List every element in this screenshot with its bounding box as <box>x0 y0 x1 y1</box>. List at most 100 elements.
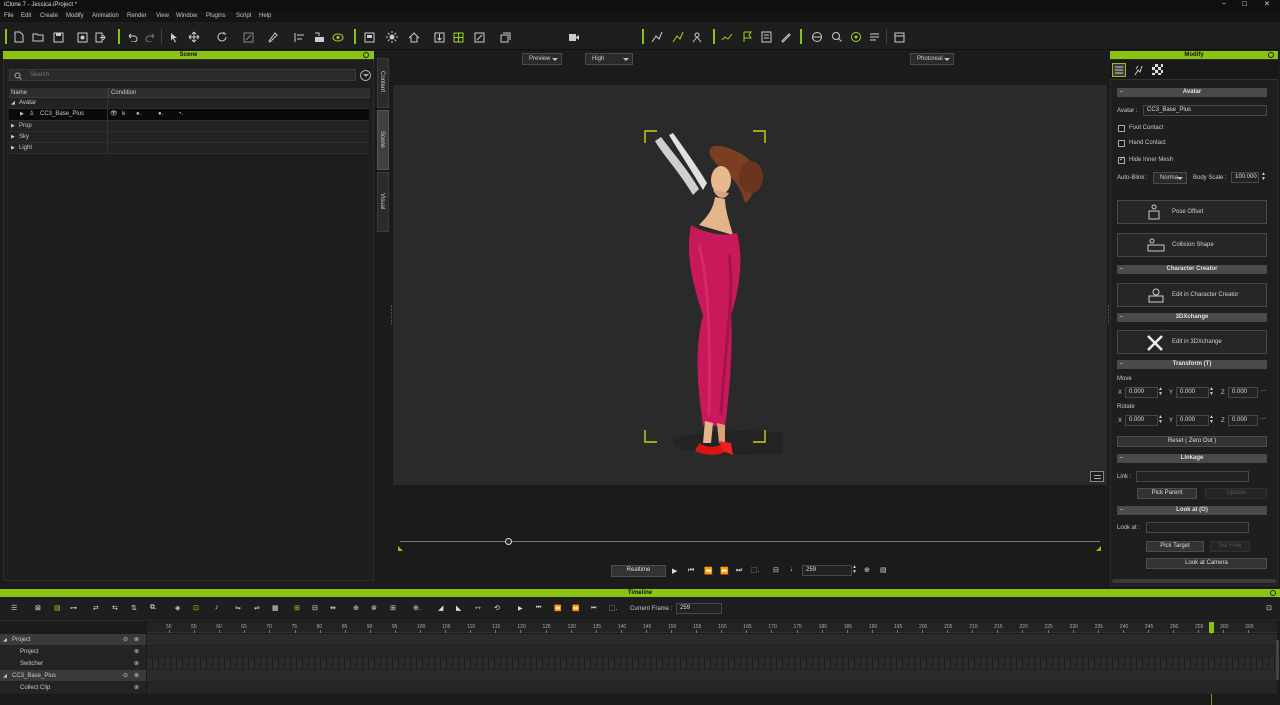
move-more-button[interactable]: … <box>1260 387 1266 393</box>
sync-icon[interactable] <box>849 30 863 44</box>
redo-icon[interactable] <box>144 30 158 44</box>
rotate-z-input[interactable]: 0.000 <box>1228 415 1258 426</box>
move-x-input[interactable]: 0.000 <box>1125 387 1158 398</box>
avatar-name-field[interactable]: CC3_Base_Plus <box>1143 105 1267 116</box>
camera-view-icon[interactable] <box>472 30 486 44</box>
timeline-range-icon[interactable]: ⊡ <box>193 604 199 612</box>
paint-icon[interactable] <box>266 30 280 44</box>
set-free-button[interactable]: Set Free <box>1210 541 1250 552</box>
3dxchange-section-header[interactable]: –3DXchange <box>1117 313 1267 322</box>
rotate-more-button[interactable]: … <box>1260 415 1266 421</box>
material-tab-icon[interactable] <box>1152 64 1163 77</box>
lane-collect-clip[interactable] <box>147 682 1277 694</box>
collapse-arrow-icon[interactable]: ◢ <box>3 634 7 646</box>
tree-row-prop[interactable]: ▶ Prop <box>9 121 369 132</box>
condition-cast-icon[interactable]: ●. <box>158 109 163 120</box>
play-icon[interactable]: ▶ <box>672 567 677 575</box>
timeline-stretch-icon[interactable]: ⇿ <box>475 604 481 612</box>
timeline-group-icon[interactable]: ⊟ <box>312 604 318 612</box>
track-close-icon[interactable]: ⊗ <box>134 658 139 670</box>
timeline-bar-icon[interactable]: ◢ <box>438 604 443 612</box>
minimize-button[interactable]: – <box>1222 0 1226 7</box>
timeline-next-icon[interactable]: ⏩ <box>572 605 579 612</box>
timeline-sound-icon[interactable]: ⇋ <box>235 604 241 612</box>
move-icon[interactable] <box>187 30 201 44</box>
magnifier-icon[interactable] <box>830 30 844 44</box>
track-project-group[interactable]: ◢ Project ⊝ ⊗ <box>0 634 146 646</box>
scrub-handle[interactable] <box>505 538 512 545</box>
select-arrow-icon[interactable] <box>167 30 181 44</box>
timeline-expand-icon[interactable]: ⊡ <box>1266 604 1272 612</box>
render-icon[interactable] <box>892 30 906 44</box>
condition-material-icon[interactable]: ◔. <box>178 109 183 120</box>
auto-blink-dropdown[interactable]: Norma <box>1153 172 1187 184</box>
rotate-y-input[interactable]: 0.000 <box>1176 415 1209 426</box>
col-name-header[interactable]: Name <box>11 90 27 96</box>
condition-lock-icon[interactable]: ꝃ <box>122 109 125 120</box>
preview-mode-dropdown[interactable]: Preview <box>522 53 562 65</box>
expand-arrow-icon[interactable]: ▶ <box>11 132 15 143</box>
timeline-insert-icon[interactable]: ⇆ <box>112 604 118 612</box>
snap-icon[interactable] <box>312 30 326 44</box>
timeline-grid-icon[interactable]: ⊞ <box>390 604 396 612</box>
viewport-chat-icon[interactable] <box>1090 471 1104 482</box>
look-at-camera-button[interactable]: Look at Camera <box>1146 558 1267 569</box>
quality-dropdown[interactable]: High <box>585 53 633 65</box>
tab-visual[interactable]: Visual <box>377 172 389 232</box>
viewport-left-handle[interactable] <box>391 305 392 325</box>
linkage-section-header[interactable]: – Linkage <box>1117 454 1267 463</box>
look-at-field[interactable] <box>1146 522 1249 533</box>
current-frame-input[interactable]: 259 <box>676 603 722 614</box>
timeline-note-icon[interactable]: ▦ <box>272 604 279 612</box>
path-edit-icon[interactable] <box>720 30 734 44</box>
target-icon[interactable]: ⊕ <box>864 566 870 574</box>
move-y-stepper[interactable]: ▲ ▼ <box>1209 387 1214 397</box>
maximize-button[interactable]: ☐ <box>1242 1 1247 8</box>
lane-cc3-group[interactable] <box>147 670 1277 682</box>
track-close-icon[interactable]: ⊗ <box>134 634 139 646</box>
motion-layer-icon[interactable] <box>671 30 685 44</box>
look-at-section-header[interactable]: – Look at (O) <box>1117 506 1267 515</box>
hide-inner-mesh-checkbox[interactable]: ✓ <box>1118 156 1125 164</box>
link-field[interactable] <box>1136 471 1249 482</box>
menu-plugins[interactable]: Plugins <box>206 13 226 19</box>
move-x-stepper[interactable]: ▲ ▼ <box>1158 387 1163 397</box>
timeline-clip-icon[interactable]: ⊞ <box>294 604 300 612</box>
timeline-zoom-icon[interactable]: ⊕. <box>413 604 421 612</box>
menu-file[interactable]: File <box>4 13 14 19</box>
track-collect-clip[interactable]: Collect Clip ⊗ <box>0 682 146 694</box>
checklist-icon[interactable] <box>759 30 773 44</box>
tree-row-avatar[interactable]: ◢ Avatar <box>9 98 369 109</box>
move-y-input[interactable]: 0.000 <box>1176 387 1209 398</box>
save-icon[interactable] <box>51 30 65 44</box>
go-to-end-icon[interactable]: ⏭ <box>736 567 742 575</box>
timeline-key-icon[interactable]: ◈ <box>175 604 180 612</box>
music-note-icon[interactable]: ♩ <box>790 566 797 573</box>
import-icon[interactable] <box>75 30 89 44</box>
collapse-arrow-icon[interactable]: ◢ <box>3 670 7 682</box>
sun-light-icon[interactable] <box>385 30 399 44</box>
timeline-add-key-icon[interactable]: ⊕ <box>353 604 359 612</box>
menu-edit[interactable]: Edit <box>21 13 31 19</box>
timeline-close-icon[interactable] <box>1270 590 1276 596</box>
search-input[interactable]: Search <box>9 69 356 81</box>
collapse-arrow-icon[interactable]: ◢ <box>11 98 15 109</box>
layers-icon[interactable] <box>498 30 512 44</box>
track-options-icon[interactable]: ⊝ <box>123 634 128 646</box>
playhead-marker[interactable] <box>1209 622 1214 633</box>
track-switcher[interactable]: Switcher ⊗ <box>0 658 146 670</box>
move-z-input[interactable]: 0.000 <box>1228 387 1258 398</box>
export-icon[interactable] <box>93 30 107 44</box>
motion-tab-icon[interactable] <box>1132 64 1144 78</box>
lane-switcher[interactable] <box>147 658 1277 670</box>
visibility-eye-icon[interactable] <box>331 30 345 44</box>
reset-zero-out-button[interactable]: Reset ( Zero Out ) <box>1117 436 1267 447</box>
close-button[interactable]: ✕ <box>1264 0 1270 8</box>
track-cc3-base-plus-group[interactable]: ◢ CC3_Base_Plus ⊝ ⊗ <box>0 670 146 682</box>
settings-list-icon[interactable] <box>868 30 882 44</box>
pick-target-button[interactable]: Pick Target <box>1146 541 1204 552</box>
rotate-x-input[interactable]: 0.000 <box>1125 415 1158 426</box>
menu-view[interactable]: View <box>156 13 169 19</box>
menu-render[interactable]: Render <box>127 13 147 19</box>
timeline-remove-key-icon[interactable]: ⊗ <box>371 604 377 612</box>
